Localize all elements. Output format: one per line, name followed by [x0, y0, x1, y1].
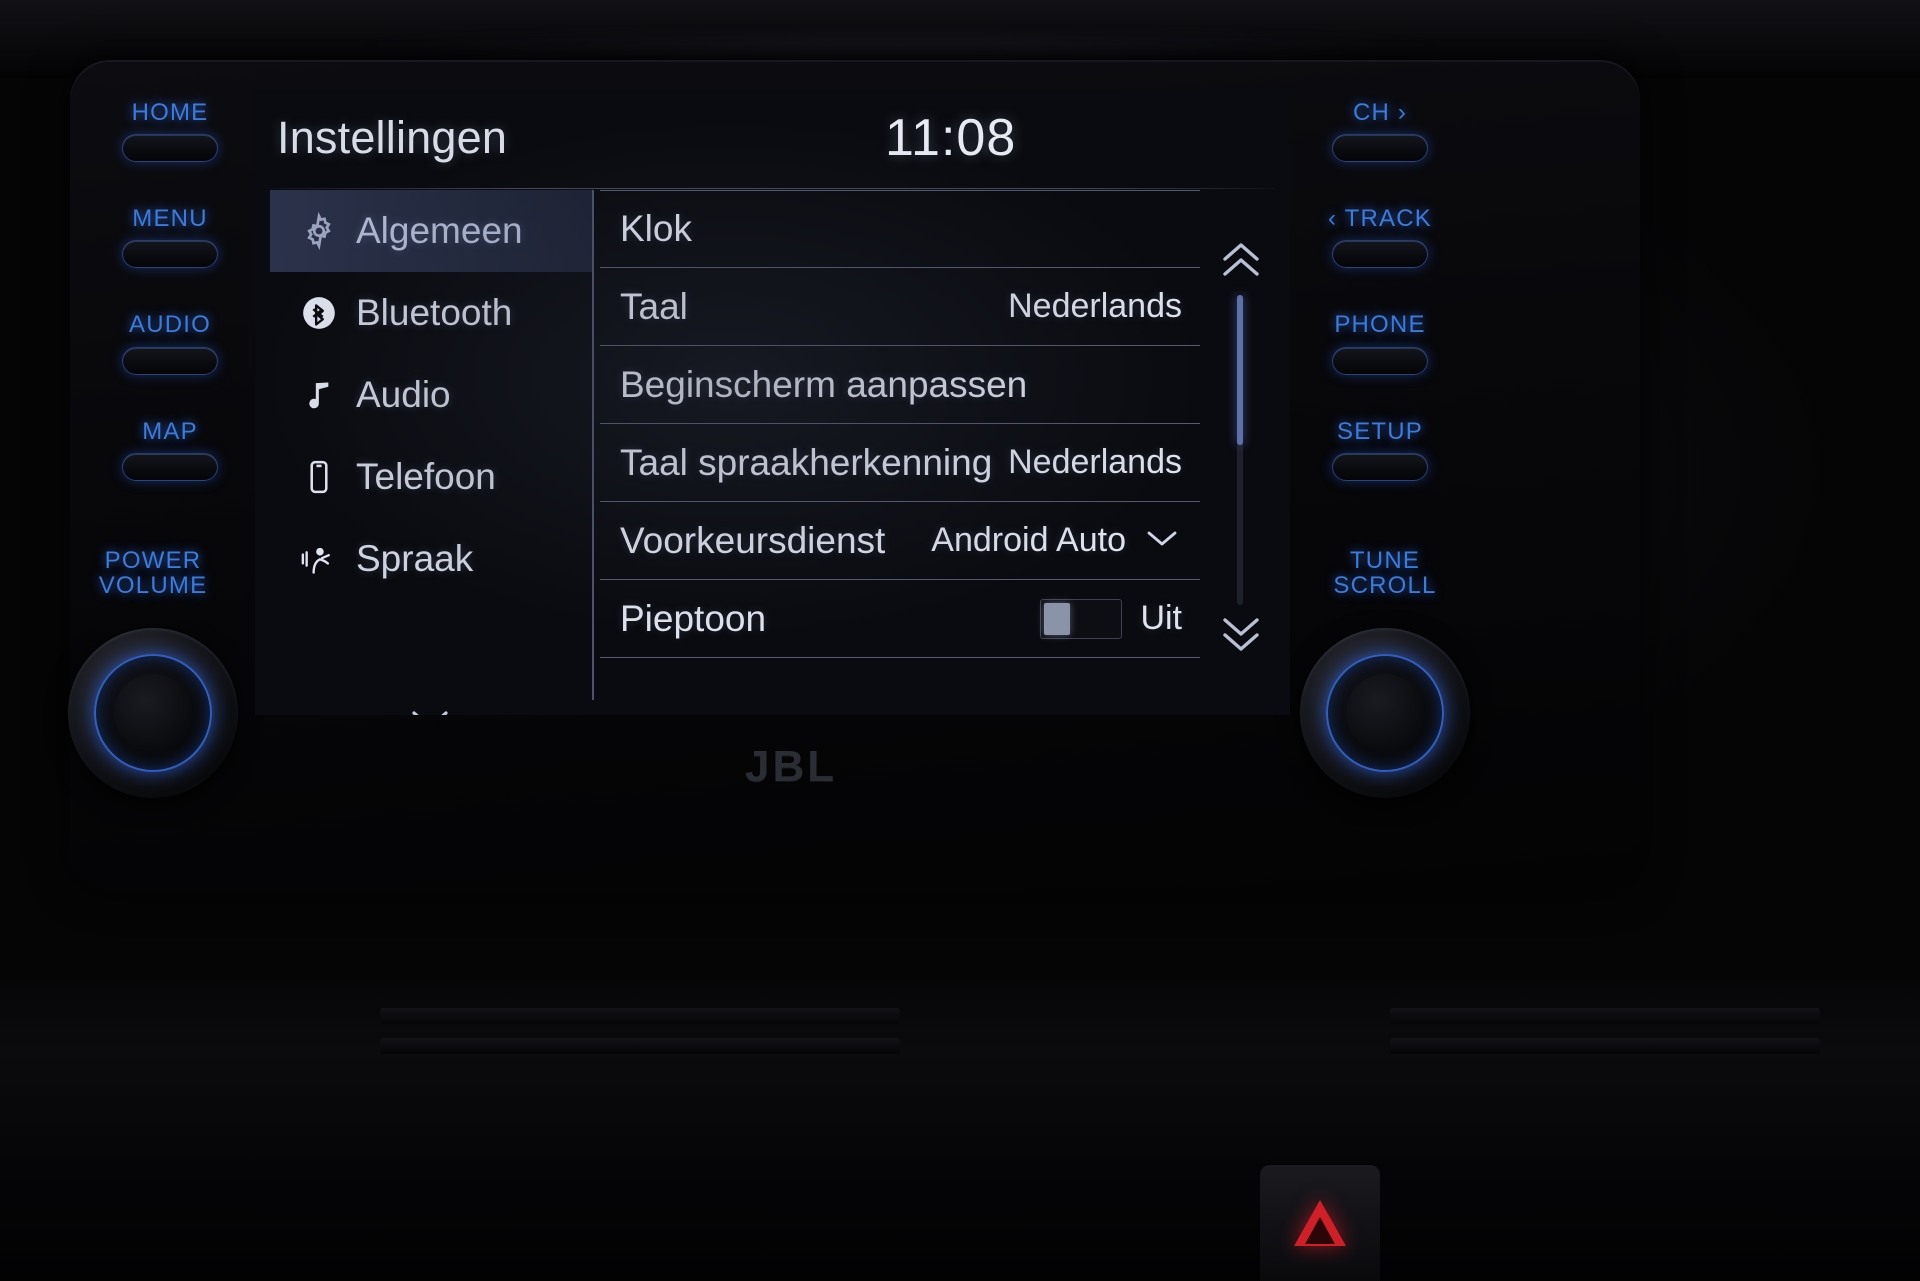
vent-slat [1390, 1038, 1820, 1054]
hardkey-map-label: MAP [142, 417, 198, 445]
list-scroll-up-button[interactable] [1215, 238, 1267, 282]
sidebar-item-bluetooth-label: Bluetooth [356, 292, 513, 333]
vent-slat [380, 1038, 900, 1054]
sidebar-item-algemeen-label: Algemeen [356, 210, 523, 251]
sidebar-item-algemeen[interactable]: Algemeen [270, 190, 592, 272]
sidebar-item-audio[interactable]: Audio [270, 354, 592, 436]
sidebar-scroll-down-button[interactable] [270, 702, 590, 715]
setting-row-pieptoon[interactable]: Pieptoon Uit [600, 580, 1200, 658]
setting-row-pieptoon-value: Uit [1140, 599, 1182, 637]
power-volume-knob-core [114, 674, 192, 752]
setting-row-taal[interactable]: Taal Nederlands [600, 268, 1200, 346]
chevron-down-icon [404, 702, 456, 715]
hardkey-setup-button[interactable] [1332, 452, 1428, 481]
settings-list: Klok Taal Nederlands Beginscherm aanpass… [600, 190, 1200, 715]
voice-icon [300, 540, 338, 578]
hardkey-audio[interactable]: AUDIO [95, 311, 245, 375]
hazard-lights-button[interactable] [1260, 1165, 1380, 1281]
list-scrollbar-thumb[interactable] [1237, 295, 1243, 445]
setting-row-taal-spraakherkenning-value: Nederlands [1008, 443, 1182, 481]
setting-row-pieptoon-label: Pieptoon [620, 597, 767, 639]
infotainment-screen[interactable]: Instellingen 11:08 Algemeen Bluetooth Au… [255, 90, 1290, 715]
setting-row-voorkeursdienst-value-wrap: Android Auto [931, 521, 1182, 560]
hardkey-channel[interactable]: CH › [1300, 99, 1460, 163]
settings-category-sidebar: Algemeen Bluetooth Audio Telefoon Spraak [270, 190, 594, 700]
vent-slat [380, 1008, 900, 1024]
setting-row-klok-label: Klok [620, 208, 692, 249]
hardkey-phone-button[interactable] [1332, 346, 1428, 375]
pieptoon-toggle-knob [1044, 602, 1071, 635]
hardkey-channel-label: CH › [1352, 99, 1408, 126]
page-title: Instellingen [277, 112, 508, 163]
power-volume-knob-ring [94, 654, 212, 772]
hardkey-setup[interactable]: SETUP [1300, 417, 1460, 481]
sidebar-item-spraak-label: Spraak [356, 538, 474, 579]
tune-scroll-knob-label: TUNE SCROLL [1333, 547, 1437, 600]
sidebar-item-telefoon[interactable]: Telefoon [270, 436, 592, 518]
hardkey-home[interactable]: HOME [95, 99, 245, 163]
setting-row-voorkeursdienst[interactable]: Voorkeursdienst Android Auto [600, 502, 1200, 580]
clock-display: 11:08 [885, 109, 1017, 167]
hazard-triangle-inner [1305, 1216, 1335, 1244]
hardkey-channel-button[interactable] [1332, 134, 1428, 163]
hardkey-phone[interactable]: PHONE [1300, 311, 1460, 375]
jbl-logo: JBL [745, 742, 838, 791]
power-volume-knob-label: POWER VOLUME [98, 547, 208, 600]
power-volume-knob[interactable] [68, 628, 238, 798]
sidebar-item-spraak[interactable]: Spraak [270, 518, 592, 600]
sidebar-item-telefoon-label: Telefoon [356, 456, 496, 497]
hardkey-home-button[interactable] [122, 134, 218, 163]
pieptoon-control-group: Uit [1040, 598, 1182, 639]
hardkey-phone-label: PHONE [1334, 311, 1426, 339]
hardkey-track-button[interactable] [1332, 240, 1428, 269]
phone-icon [300, 458, 338, 496]
pieptoon-toggle-switch[interactable] [1040, 598, 1123, 639]
tune-scroll-knob-core [1346, 674, 1424, 752]
chevron-down-icon[interactable] [1142, 521, 1182, 560]
bluetooth-icon [300, 294, 338, 332]
list-scroll-down-button[interactable] [1215, 612, 1267, 656]
hardkey-audio-label: AUDIO [128, 311, 211, 339]
gear-icon [300, 212, 338, 250]
tune-scroll-knob[interactable] [1300, 628, 1470, 798]
title-divider [270, 188, 1275, 189]
setting-row-taal-spraakherkenning-label: Taal spraakherkenning [620, 441, 993, 483]
hardkey-track[interactable]: ‹ TRACK [1300, 205, 1460, 269]
lower-console [0, 980, 1920, 1281]
hardkey-home-label: HOME [131, 99, 209, 126]
sidebar-item-audio-label: Audio [356, 374, 451, 415]
double-chevron-up-icon [1215, 243, 1267, 286]
setting-row-taal-spraakherkenning[interactable]: Taal spraakherkenning Nederlands [600, 424, 1200, 502]
hardkey-menu[interactable]: MENU [95, 205, 245, 269]
right-hardkey-column: CH › ‹ TRACK PHONE SETUP [1300, 100, 1460, 525]
setting-row-beginscherm[interactable]: Beginscherm aanpassen [600, 346, 1200, 424]
hardkey-menu-button[interactable] [122, 240, 218, 269]
hardkey-map-button[interactable] [122, 452, 218, 481]
hardkey-setup-label: SETUP [1336, 417, 1423, 445]
double-chevron-down-icon [1215, 618, 1267, 660]
vent-slat [1390, 1008, 1820, 1024]
dashboard-scene: HOME MENU AUDIO MAP POWER VOLUME CH › ‹ … [0, 0, 1920, 1281]
hardkey-map[interactable]: MAP [95, 417, 245, 481]
sidebar-item-bluetooth[interactable]: Bluetooth [270, 272, 592, 354]
hardkey-menu-label: MENU [132, 205, 208, 233]
tune-scroll-knob-ring [1326, 654, 1444, 772]
setting-row-klok[interactable]: Klok [600, 190, 1200, 268]
music-note-icon [300, 376, 338, 414]
left-hardkey-column: HOME MENU AUDIO MAP [95, 100, 245, 525]
setting-row-taal-label: Taal [620, 285, 688, 327]
setting-row-voorkeursdienst-label: Voorkeursdienst [620, 519, 886, 561]
setting-row-beginscherm-label: Beginscherm aanpassen [620, 363, 1028, 405]
setting-row-taal-value: Nederlands [1008, 287, 1182, 325]
setting-row-voorkeursdienst-value: Android Auto [931, 521, 1126, 559]
hardkey-track-label: ‹ TRACK [1328, 205, 1432, 233]
hardkey-audio-button[interactable] [122, 346, 218, 375]
